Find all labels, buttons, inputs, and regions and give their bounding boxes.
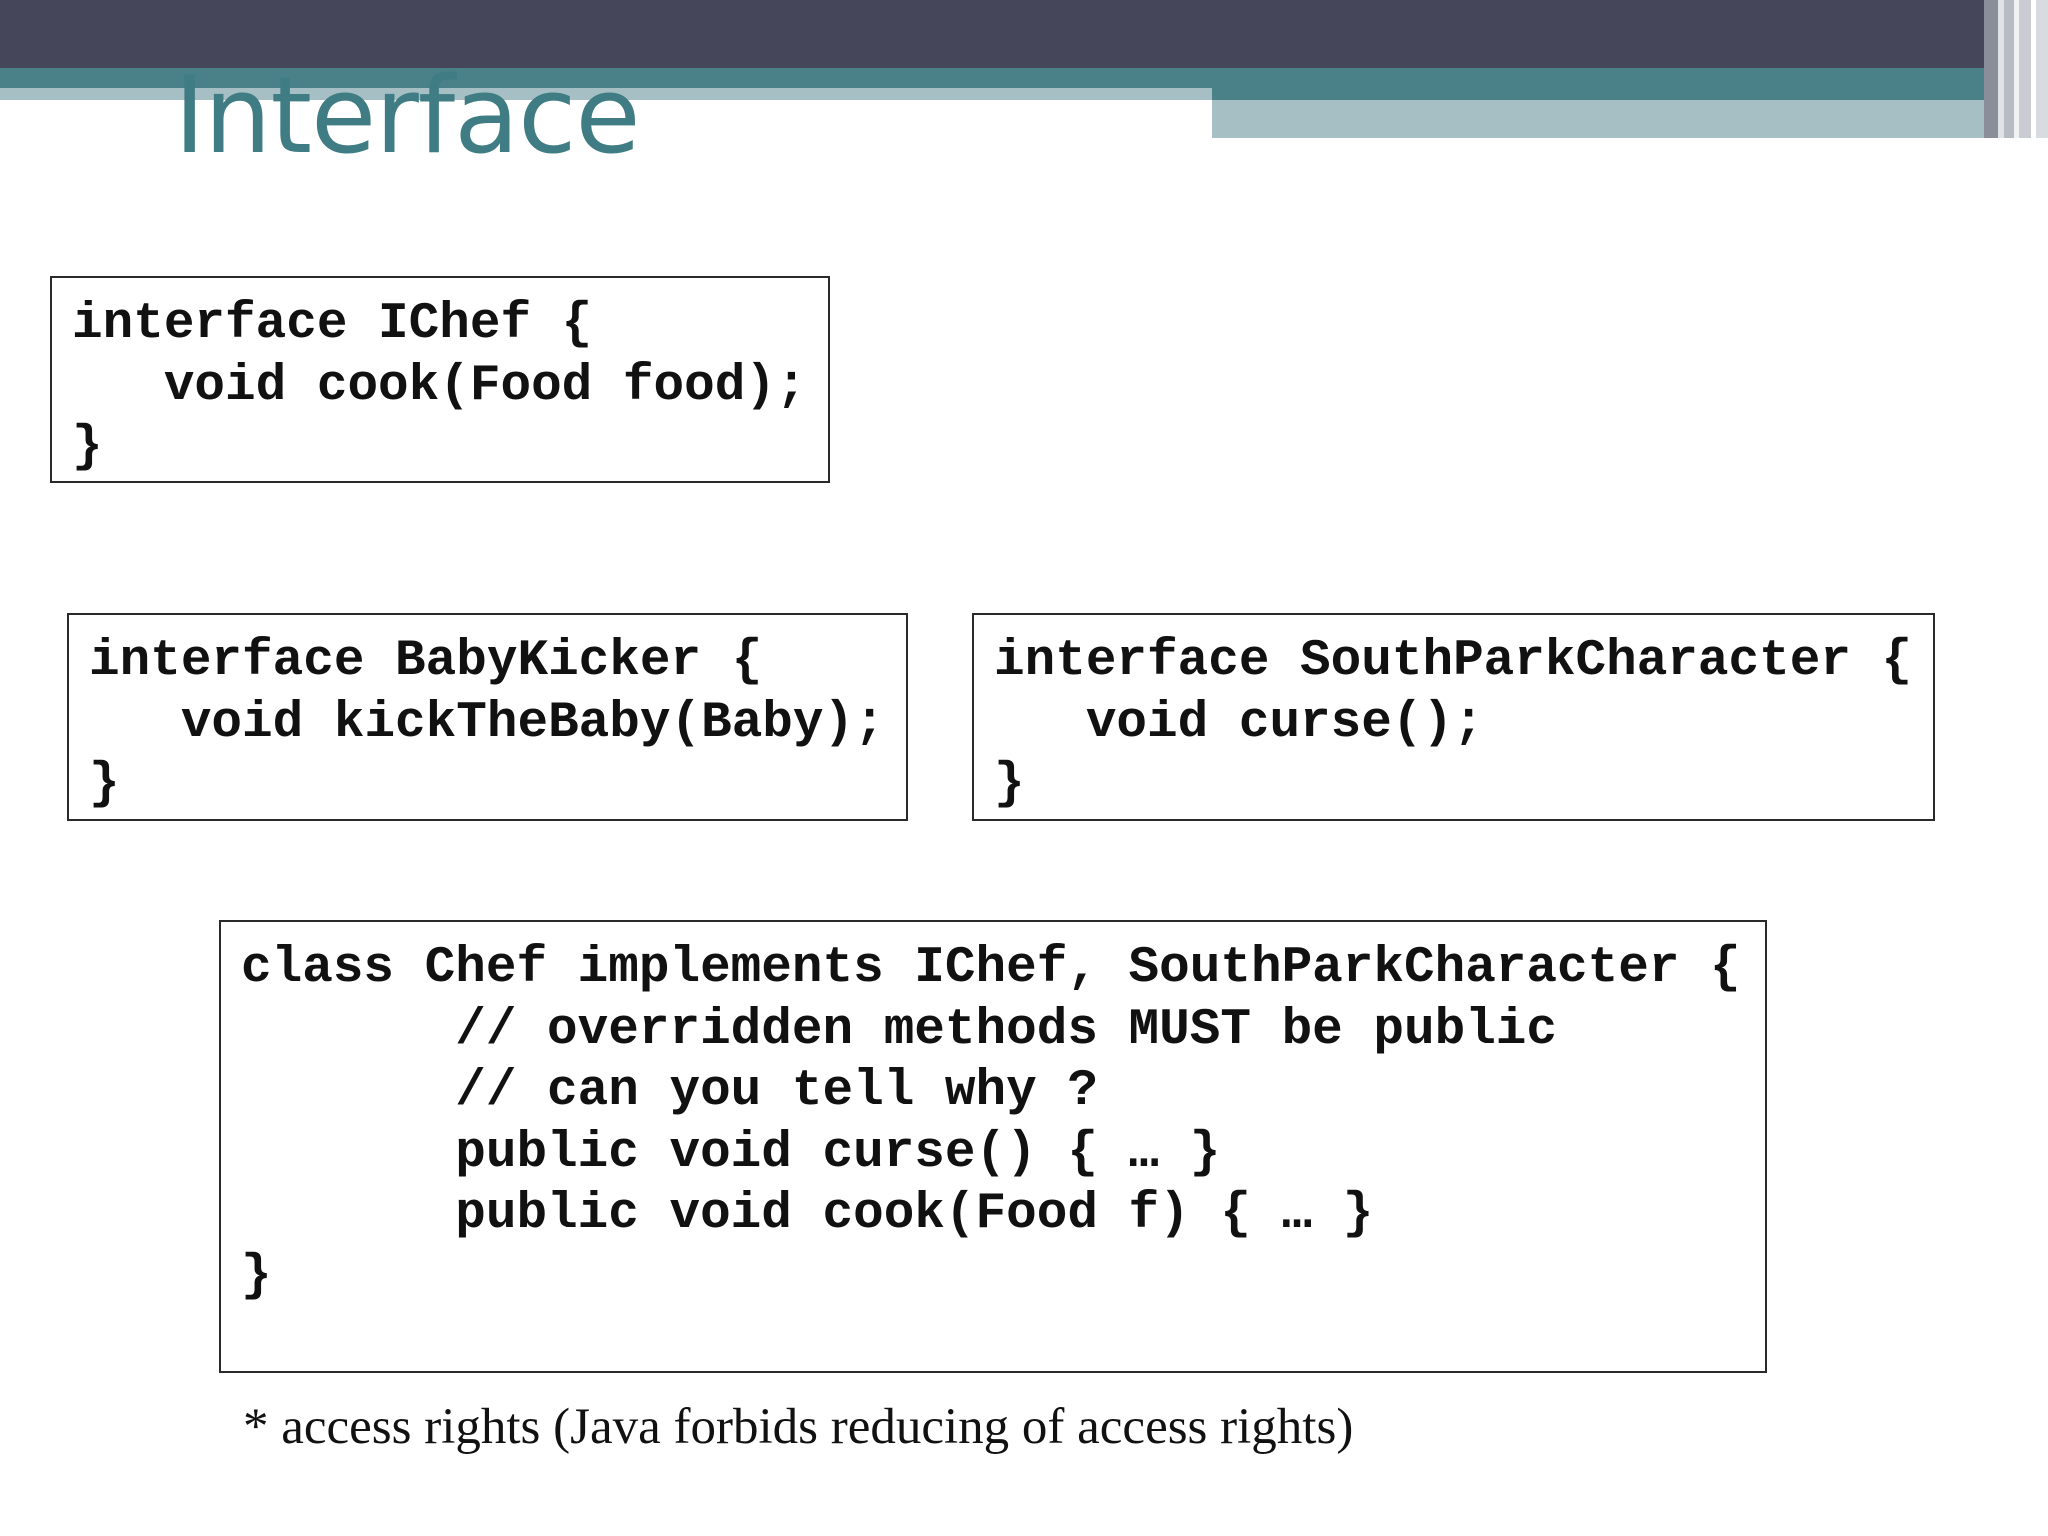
ichef-interface-code-box: interface IChef { void cook(Food food); … (50, 276, 830, 483)
header-bar-light (1212, 100, 2012, 138)
code-line: // overridden methods MUST be public (241, 1001, 1558, 1059)
code-line: } (72, 419, 103, 476)
code-line: interface SouthParkCharacter { (994, 633, 1913, 690)
code-line: // can you tell why ? (241, 1063, 1098, 1120)
chef-class-code-box: class Chef implements IChef, SouthParkCh… (219, 920, 1767, 1373)
code-line: interface IChef { (72, 296, 593, 353)
code-line: } (89, 756, 120, 813)
code-line: class Chef implements IChef, SouthParkCh… (241, 940, 1741, 997)
code-line: } (994, 756, 1025, 813)
slide-title: Interface (174, 54, 641, 177)
footnote: * access rights (Java forbids reducing o… (243, 1399, 1354, 1455)
code-line: public void curse() { … } (241, 1124, 1221, 1182)
code-line: interface BabyKicker { (89, 633, 763, 690)
code-line: public void cook(Food f) { … } (241, 1186, 1374, 1243)
code-line: void kickTheBaby(Baby); (89, 694, 885, 752)
code-line: } (241, 1247, 272, 1305)
header-edge-stripes (1984, 0, 2048, 138)
code-line: void cook(Food food); (72, 357, 807, 415)
babykicker-interface-code-box: interface BabyKicker { void kickTheBaby(… (67, 613, 908, 821)
code-line: void curse(); (994, 694, 1484, 752)
southparkcharacter-interface-code-box: interface SouthParkCharacter { void curs… (972, 613, 1935, 821)
